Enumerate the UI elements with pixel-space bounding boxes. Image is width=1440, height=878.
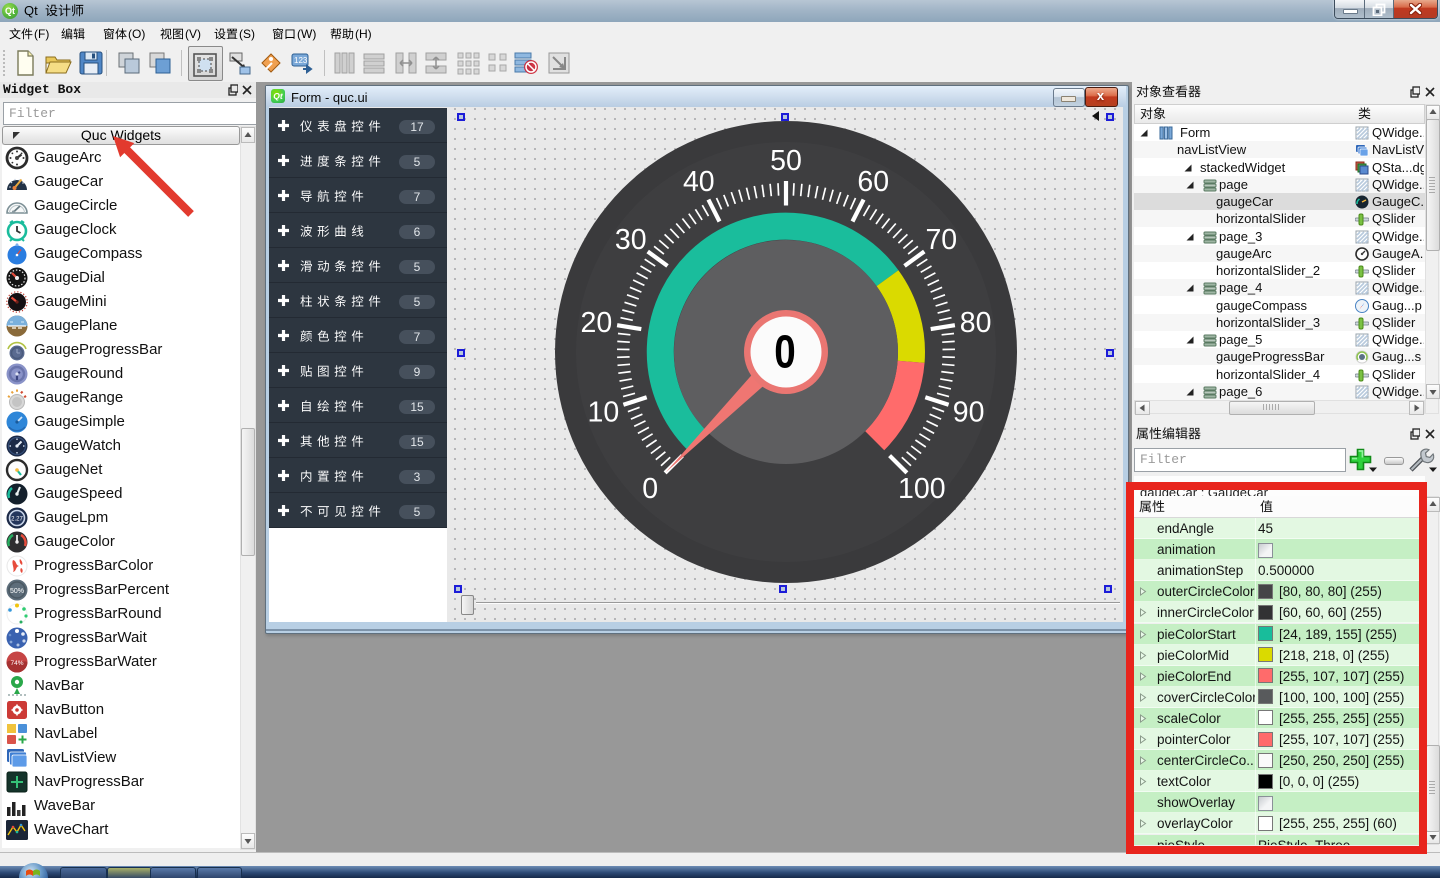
- svg-text:2.27: 2.27: [11, 517, 23, 523]
- svg-text:123: 123: [294, 56, 308, 65]
- svg-text:50%: 50%: [10, 588, 24, 595]
- svg-text:80: 80: [960, 307, 992, 339]
- svg-text:70: 70: [925, 224, 957, 256]
- svg-text:50: 50: [770, 145, 802, 177]
- svg-text:30: 30: [615, 224, 647, 256]
- svg-text:60: 60: [857, 166, 889, 198]
- svg-text:90: 90: [953, 396, 985, 428]
- svg-text:40: 40: [683, 166, 715, 198]
- svg-text:20: 20: [581, 307, 613, 339]
- svg-text:100: 100: [898, 473, 946, 505]
- svg-text:74%: 74%: [10, 660, 23, 667]
- svg-text:10: 10: [588, 396, 620, 428]
- svg-text:0: 0: [642, 473, 658, 505]
- svg-text:0: 0: [774, 326, 795, 377]
